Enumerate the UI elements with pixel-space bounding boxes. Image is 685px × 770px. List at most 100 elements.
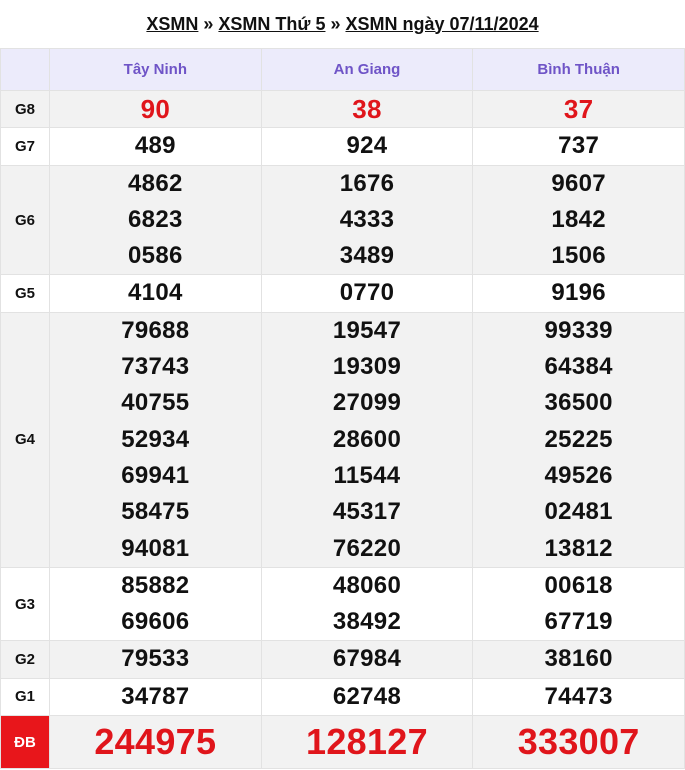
lottery-number: 19547 bbox=[332, 316, 402, 344]
lottery-number: 73743 bbox=[121, 353, 190, 381]
lottery-number: 36500 bbox=[544, 389, 613, 417]
prize-row-g2: G2 79533 67984 38160 bbox=[0, 640, 685, 679]
lottery-number: 58475 bbox=[121, 498, 190, 526]
prize-row-g5: G5 4104 0770 9196 bbox=[0, 274, 685, 313]
lottery-number: 45317 bbox=[332, 498, 402, 526]
lottery-number: 4104 bbox=[128, 279, 183, 307]
prize-cell: 00618 67719 bbox=[472, 566, 685, 642]
lottery-number: 3489 bbox=[339, 242, 395, 270]
lottery-number: 4333 bbox=[339, 205, 395, 233]
prize-cell: 9196 bbox=[472, 274, 685, 313]
prize-label: G8 bbox=[0, 89, 50, 129]
lottery-number: 38160 bbox=[544, 645, 613, 673]
prize-cell: 333007 bbox=[472, 715, 685, 770]
lottery-number: 4862 bbox=[128, 169, 183, 197]
province-header-binh-thuan[interactable]: Bình Thuận bbox=[472, 48, 685, 91]
lottery-number: 52934 bbox=[121, 425, 190, 453]
province-header-an-giang[interactable]: An Giang bbox=[260, 48, 474, 91]
lottery-number: 76220 bbox=[332, 534, 402, 562]
prize-row-g8: G8 90 38 37 bbox=[0, 89, 685, 129]
prize-cell: 99339 64384 36500 25225 49526 02481 13812 bbox=[472, 311, 685, 568]
lottery-number: 00618 bbox=[544, 571, 613, 599]
lottery-number: 6823 bbox=[128, 205, 183, 233]
lottery-number: 62748 bbox=[332, 682, 402, 710]
prize-label: ĐB bbox=[0, 715, 50, 770]
prize-cell: 489 bbox=[49, 127, 262, 166]
prize-cell: 37 bbox=[472, 89, 685, 129]
lottery-number: 79688 bbox=[121, 316, 190, 344]
breadcrumb-link-xsmn-date[interactable]: XSMN ngày 07/11/2024 bbox=[345, 14, 538, 35]
lottery-number: 924 bbox=[346, 132, 388, 160]
prize-cell: 4862 6823 0586 bbox=[49, 164, 262, 276]
lottery-number: 40755 bbox=[121, 389, 190, 417]
prize-cell: 924 bbox=[260, 127, 474, 166]
prize-cell: 90 bbox=[49, 89, 262, 129]
lottery-number: 737 bbox=[558, 132, 600, 160]
prize-cell: 85882 69606 bbox=[49, 566, 262, 642]
prize-cell: 4104 bbox=[49, 274, 262, 313]
lottery-number: 19309 bbox=[332, 353, 402, 381]
prize-cell: 0770 bbox=[260, 274, 474, 313]
breadcrumb: XSMN » XSMN Thứ 5 » XSMN ngày 07/11/2024 bbox=[0, 0, 685, 48]
lottery-number: 333007 bbox=[517, 721, 640, 763]
prize-cell: 79533 bbox=[49, 640, 262, 679]
lottery-number: 1506 bbox=[551, 242, 606, 270]
prize-cell: 79688 73743 40755 52934 69941 58475 94081 bbox=[49, 311, 262, 568]
breadcrumb-link-xsmn-thu-5[interactable]: XSMN Thứ 5 bbox=[218, 14, 325, 35]
lottery-number: 79533 bbox=[121, 645, 190, 673]
prize-label: G1 bbox=[0, 677, 50, 717]
prize-label: G4 bbox=[0, 311, 50, 568]
prize-cell: 74473 bbox=[472, 677, 685, 717]
lottery-number: 02481 bbox=[544, 498, 613, 526]
prize-cell: 128127 bbox=[260, 715, 474, 770]
prize-label: G3 bbox=[0, 566, 50, 642]
prize-cell: 48060 38492 bbox=[260, 566, 474, 642]
prize-row-g3: G3 85882 69606 48060 38492 00618 67719 bbox=[0, 566, 685, 642]
prize-row-g4: G4 79688 73743 40755 52934 69941 58475 94081 195… bbox=[0, 311, 685, 568]
prize-row-g1: G1 34787 62748 74473 bbox=[0, 677, 685, 717]
lottery-number: 94081 bbox=[121, 534, 190, 562]
lottery-number: 38 bbox=[352, 94, 382, 124]
province-header-row: Tây Ninh An Giang Bình Thuận bbox=[0, 48, 685, 91]
prize-label: G5 bbox=[0, 274, 50, 313]
lottery-number: 1676 bbox=[339, 169, 395, 197]
prize-label: G2 bbox=[0, 640, 50, 679]
prize-label: G6 bbox=[0, 164, 50, 276]
prize-cell: 737 bbox=[472, 127, 685, 166]
header-corner bbox=[0, 48, 50, 91]
lottery-number: 90 bbox=[140, 94, 171, 124]
prize-cell: 19547 19309 27099 28600 11544 45317 76220 bbox=[260, 311, 474, 568]
lottery-number: 28600 bbox=[332, 425, 402, 453]
prize-cell: 62748 bbox=[260, 677, 474, 717]
prize-cell: 9607 1842 1506 bbox=[472, 164, 685, 276]
lottery-number: 489 bbox=[134, 132, 176, 160]
lottery-number: 37 bbox=[563, 94, 594, 124]
lottery-number: 13812 bbox=[544, 534, 613, 562]
prize-row-g7: G7 489 924 737 bbox=[0, 127, 685, 166]
lottery-number: 49526 bbox=[544, 461, 613, 489]
lottery-number: 1842 bbox=[551, 205, 606, 233]
lottery-number: 11544 bbox=[333, 461, 401, 489]
lottery-number: 85882 bbox=[121, 571, 190, 599]
prize-row-g6: G6 4862 6823 0586 1676 4333 3489 9607 1842 1506 bbox=[0, 164, 685, 276]
prize-cell: 38160 bbox=[472, 640, 685, 679]
lottery-number: 74473 bbox=[544, 682, 613, 710]
lottery-number: 48060 bbox=[332, 571, 402, 599]
lottery-number: 27099 bbox=[332, 389, 402, 417]
lottery-number: 25225 bbox=[544, 425, 613, 453]
lottery-number: 0586 bbox=[128, 242, 183, 270]
prize-row-đb: ĐB 244975 128127 333007 bbox=[0, 715, 685, 770]
lottery-number: 67719 bbox=[544, 608, 613, 636]
province-header-tay-ninh[interactable]: Tây Ninh bbox=[49, 48, 262, 91]
lottery-number: 34787 bbox=[121, 682, 190, 710]
prize-cell: 34787 bbox=[49, 677, 262, 717]
lottery-number: 9196 bbox=[551, 279, 606, 307]
prize-cell: 1676 4333 3489 bbox=[260, 164, 474, 276]
prize-cell: 67984 bbox=[260, 640, 474, 679]
breadcrumb-link-xsmn[interactable]: XSMN bbox=[146, 14, 198, 35]
prize-label: G7 bbox=[0, 127, 50, 166]
lottery-number: 67984 bbox=[332, 645, 402, 673]
results-table: Tây Ninh An Giang Bình Thuận G8 90 38 37 G7 4… bbox=[0, 48, 685, 770]
prize-cell: 38 bbox=[260, 89, 474, 129]
lottery-number: 64384 bbox=[544, 353, 613, 381]
